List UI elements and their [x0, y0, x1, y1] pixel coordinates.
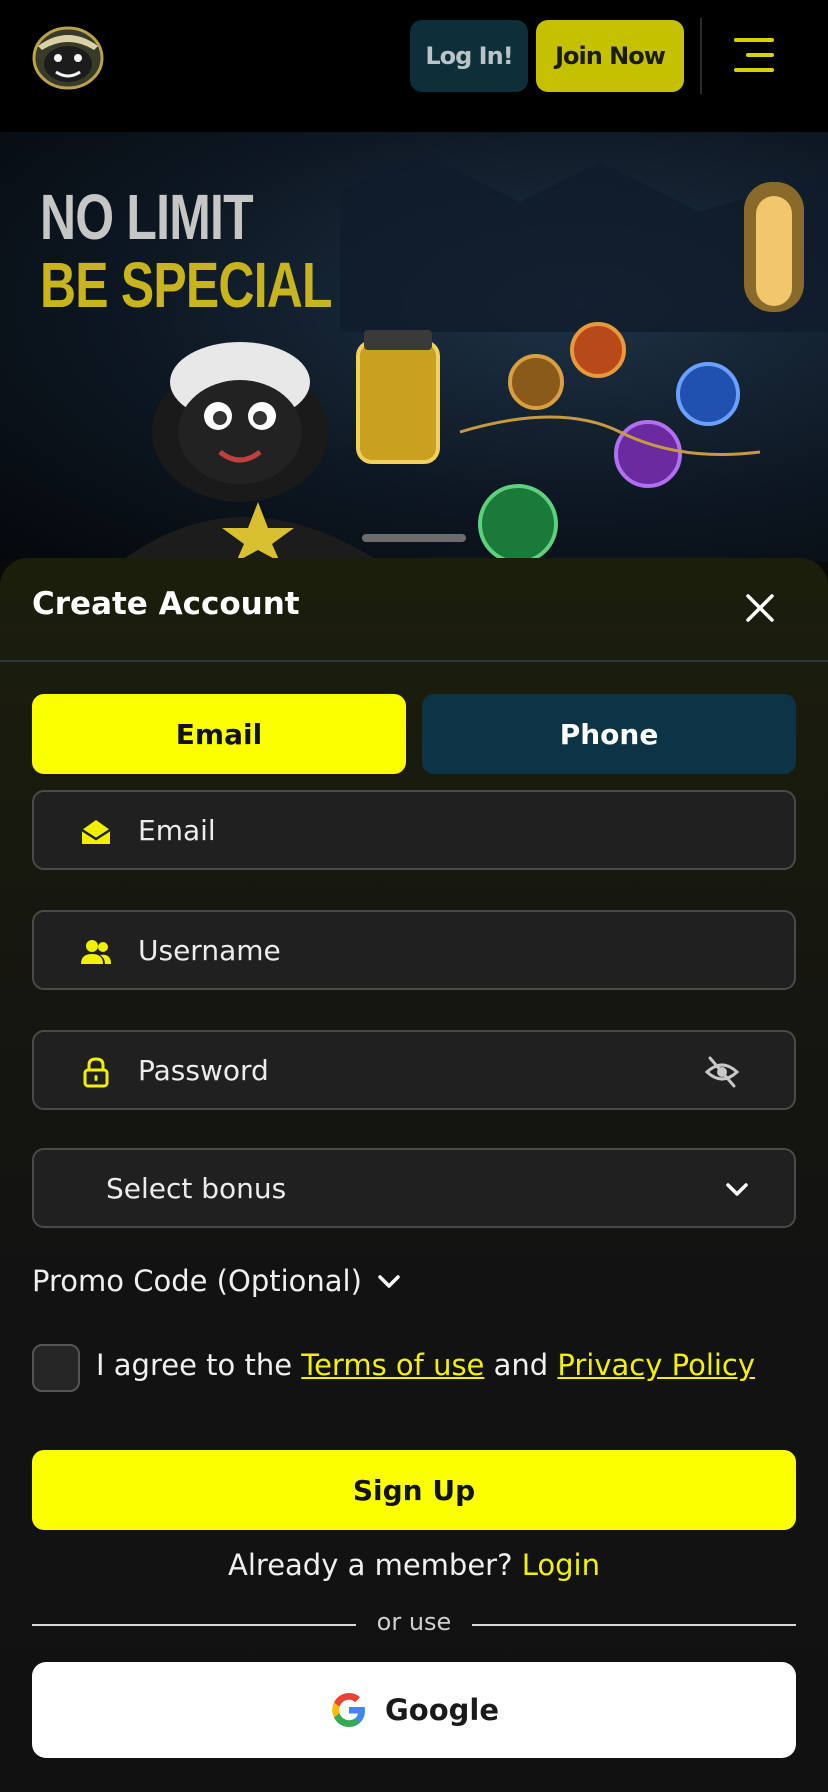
- tab-email[interactable]: Email: [32, 694, 406, 774]
- banner-headline-line2: BE SPECIAL: [40, 249, 333, 321]
- email-placeholder: Email: [138, 814, 216, 847]
- chevron-down-icon: [378, 1275, 400, 1288]
- promo-code-label: Promo Code (Optional): [32, 1264, 362, 1298]
- google-signin-button[interactable]: Google: [32, 1662, 796, 1758]
- banner-slide-indicator[interactable]: [362, 534, 466, 542]
- terms-of-use-link[interactable]: Terms of use: [301, 1348, 484, 1382]
- password-placeholder: Password: [138, 1054, 269, 1087]
- bonus-select[interactable]: Select bonus: [32, 1148, 796, 1228]
- agree-prefix: I agree to the: [96, 1348, 293, 1382]
- email-field[interactable]: Email: [32, 790, 796, 870]
- sheet-title: Create Account: [32, 586, 300, 622]
- header-divider: [700, 18, 702, 94]
- username-field[interactable]: Username: [32, 910, 796, 990]
- privacy-policy-link[interactable]: Privacy Policy: [557, 1348, 755, 1382]
- divider-line-left: [32, 1624, 356, 1626]
- sheet-divider: [0, 660, 828, 662]
- create-account-sheet: Create Account Email Phone Email Usernam…: [0, 558, 828, 1792]
- google-icon: [332, 1693, 365, 1727]
- hamburger-menu-icon[interactable]: [730, 38, 774, 74]
- divider-line-right: [472, 1624, 796, 1626]
- already-member-label: Already a member?: [228, 1548, 513, 1582]
- username-placeholder: Username: [138, 934, 281, 967]
- or-use-label: or use: [376, 1608, 452, 1636]
- banner-headline-line1: NO LIMIT: [40, 181, 254, 253]
- agree-text: I agree to the Terms of use and Privacy …: [96, 1348, 755, 1382]
- honey-badger-logo-icon[interactable]: [28, 20, 108, 92]
- sign-up-button[interactable]: Sign Up: [32, 1450, 796, 1530]
- password-field[interactable]: Password: [32, 1030, 796, 1110]
- login-link[interactable]: Login: [522, 1548, 600, 1582]
- promo-code-toggle[interactable]: Promo Code (Optional): [32, 1264, 402, 1298]
- users-icon: [81, 940, 111, 964]
- agree-checkbox[interactable]: [32, 1344, 80, 1392]
- top-header: Log In! Join Now: [0, 0, 828, 132]
- lock-icon: [83, 1057, 109, 1088]
- already-member-text: Already a member? Login: [0, 1548, 828, 1582]
- agree-and: and: [493, 1348, 549, 1382]
- join-now-button[interactable]: Join Now: [536, 20, 684, 92]
- tab-phone[interactable]: Phone: [422, 694, 796, 774]
- bonus-select-value: Select bonus: [106, 1172, 287, 1205]
- google-label: Google: [384, 1693, 500, 1727]
- login-button[interactable]: Log In!: [410, 20, 528, 92]
- close-icon[interactable]: [744, 592, 776, 624]
- eye-slash-icon[interactable]: [704, 1054, 740, 1090]
- chevron-down-icon: [726, 1183, 748, 1196]
- envelope-open-icon: [81, 820, 111, 844]
- promo-banner[interactable]: NO LIMIT BE SPECIAL: [0, 132, 828, 562]
